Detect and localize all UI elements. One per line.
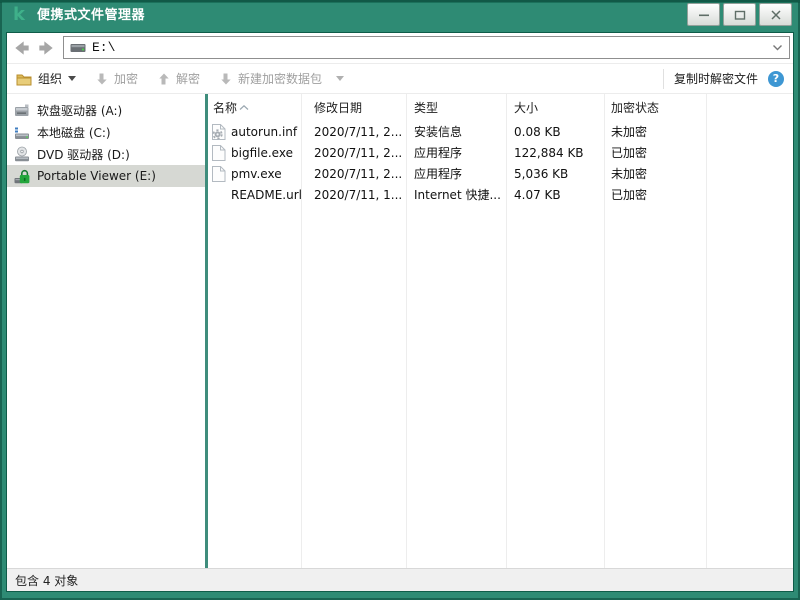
titlebar: k 便携式文件管理器 [0, 0, 800, 32]
sidebar-item-label: DVD 驱动器 (D:) [37, 146, 130, 163]
new-encrypted-package-label: 新建加密数据包 [238, 70, 322, 87]
address-bar[interactable]: E:\ [63, 36, 790, 59]
sidebar-item-label: 本地磁盘 (C:) [37, 124, 111, 141]
column-header-status[interactable]: 加密状态 [611, 94, 659, 120]
navigation-bar: E:\ [7, 33, 793, 63]
floppy-drive-icon [14, 102, 30, 118]
sidebar-item-portable-viewer-e[interactable]: Portable Viewer (E:) [7, 165, 205, 187]
minimize-button[interactable] [687, 3, 720, 26]
file-status: 已加密 [611, 143, 647, 164]
toolbar: 组织 加密 解密 新建加密数据包 [7, 63, 793, 94]
file-date: 2020/7/11, 2... [314, 122, 402, 143]
table-row[interactable]: autorun.inf 2020/7/11, 2... 安装信息 0.08 KB… [208, 122, 793, 143]
arrow-down-icon [95, 72, 108, 86]
file-size: 122,884 KB [514, 143, 584, 164]
file-date: 2020/7/11, 1... [314, 185, 402, 206]
decrypt-button[interactable]: 解密 [157, 70, 200, 87]
file-status: 未加密 [611, 164, 647, 185]
sidebar-item-label: Portable Viewer (E:) [37, 169, 156, 183]
forward-arrow-icon [36, 38, 56, 58]
file-type: 安装信息 [414, 122, 462, 143]
file-name: pmv.exe [231, 164, 282, 185]
main-area: 软盘驱动器 (A:) 本地磁盘 (C:) [7, 94, 793, 568]
column-header-name[interactable]: 名称 [213, 94, 237, 120]
window-controls [687, 3, 792, 26]
dropdown-triangle-icon [336, 76, 344, 81]
file-name: bigfile.exe [231, 143, 293, 164]
window-content: E:\ 组织 加密 [6, 32, 794, 592]
file-name: autorun.inf [231, 122, 297, 143]
file-size: 0.08 KB [514, 122, 561, 143]
arrow-up-icon [157, 72, 170, 86]
kaspersky-logo-icon: k [13, 4, 25, 25]
file-size: 4.07 KB [514, 185, 561, 206]
help-button[interactable]: ? [768, 71, 784, 87]
decrypt-on-copy-option[interactable]: 复制时解密文件 [674, 70, 758, 87]
file-list: 名称 修改日期 类型 大小 加密状态 [208, 94, 793, 568]
file-status: 已加密 [611, 185, 647, 206]
forward-button[interactable] [35, 37, 57, 59]
minimize-icon [698, 9, 710, 21]
encrypt-button[interactable]: 加密 [95, 70, 138, 87]
toolbar-separator [663, 69, 664, 89]
sort-asc-icon [239, 95, 249, 114]
portable-file-manager-window: k 便携式文件管理器 [0, 0, 800, 600]
arrow-down-icon [219, 72, 232, 86]
status-text: 包含 4 对象 [15, 572, 78, 589]
table-row[interactable]: README.url 2020/7/11, 1... Internet 快捷..… [208, 185, 793, 206]
close-icon [770, 9, 782, 21]
sidebar-item-local-disk-c[interactable]: 本地磁盘 (C:) [7, 121, 205, 143]
maximize-button[interactable] [723, 3, 756, 26]
decrypt-label: 解密 [176, 70, 200, 87]
address-dropdown-button[interactable] [772, 44, 783, 51]
drive-icon [70, 42, 86, 53]
chevron-down-icon [772, 44, 783, 51]
file-name: README.url [231, 185, 302, 206]
file-date: 2020/7/11, 2... [314, 143, 402, 164]
file-date: 2020/7/11, 2... [314, 164, 402, 185]
toolbar-right-group: 复制时解密文件 ? [663, 69, 784, 89]
table-row[interactable]: bigfile.exe 2020/7/11, 2... 应用程序 122,884… [208, 143, 793, 164]
folder-icon [16, 72, 32, 86]
file-status: 未加密 [611, 122, 647, 143]
dropdown-triangle-icon [68, 76, 76, 81]
file-type: 应用程序 [414, 143, 462, 164]
sidebar-item-label: 软盘驱动器 (A:) [37, 102, 122, 119]
column-header-size[interactable]: 大小 [514, 94, 538, 120]
locked-drive-icon [14, 168, 30, 184]
sidebar-item-floppy-a[interactable]: 软盘驱动器 (A:) [7, 99, 205, 121]
organize-label: 组织 [38, 70, 62, 87]
maximize-icon [734, 9, 746, 21]
address-path: E:\ [92, 40, 115, 55]
new-encrypted-package-button[interactable]: 新建加密数据包 [219, 70, 344, 87]
organize-button[interactable]: 组织 [16, 70, 76, 87]
drive-sidebar: 软盘驱动器 (A:) 本地磁盘 (C:) [7, 94, 205, 568]
table-row[interactable]: pmv.exe 2020/7/11, 2... 应用程序 5,036 KB 未加… [208, 164, 793, 185]
column-header-date[interactable]: 修改日期 [314, 94, 362, 120]
file-size: 5,036 KB [514, 164, 568, 185]
local-disk-icon [14, 124, 30, 140]
file-type: Internet 快捷... [414, 185, 501, 206]
file-type: 应用程序 [414, 164, 462, 185]
back-arrow-icon [12, 38, 32, 58]
close-button[interactable] [759, 3, 792, 26]
column-header-type[interactable]: 类型 [414, 94, 438, 120]
dvd-drive-icon [14, 146, 30, 162]
status-bar: 包含 4 对象 [7, 568, 793, 591]
help-icon: ? [773, 72, 779, 85]
back-button[interactable] [11, 37, 33, 59]
encrypt-label: 加密 [114, 70, 138, 87]
window-title: 便携式文件管理器 [37, 0, 145, 31]
sidebar-item-dvd-drive-d[interactable]: DVD 驱动器 (D:) [7, 143, 205, 165]
